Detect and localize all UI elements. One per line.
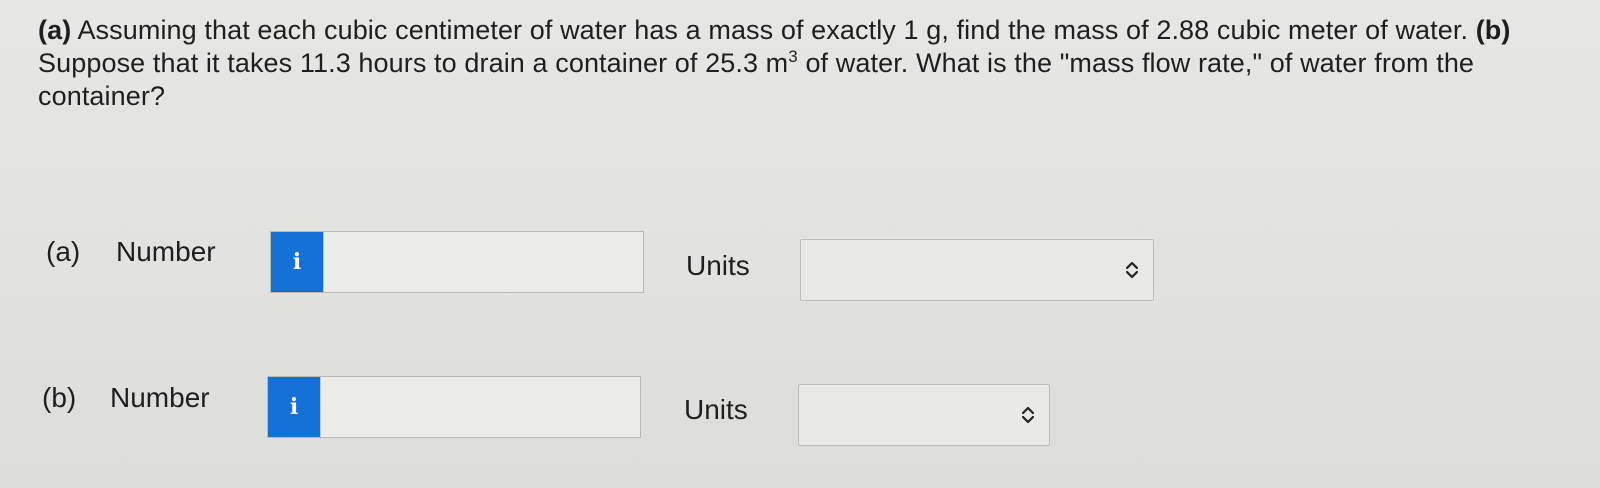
answer-b-number-label: Number — [110, 382, 210, 413]
answer-a-number-group: i — [270, 231, 644, 293]
answer-b-units-select[interactable] — [798, 384, 1050, 446]
answer-a-part-label: (a) — [46, 236, 81, 267]
info-icon[interactable]: i — [271, 232, 323, 292]
part-b-superscript: 3 — [788, 47, 798, 66]
answer-b-number-input[interactable] — [320, 377, 640, 437]
answer-a-units-label: Units — [686, 250, 750, 281]
question-text: (a) Assuming that each cubic centimeter … — [38, 14, 1548, 113]
part-b-prompt-start: Suppose that it takes 11.3 hours to drai… — [38, 48, 789, 78]
part-b-marker: (b) — [1475, 15, 1511, 45]
answer-a-number-input[interactable] — [323, 232, 643, 292]
answer-b-units-label: Units — [684, 394, 748, 425]
chevron-up-down-icon — [1125, 261, 1139, 279]
answer-a-number-label: Number — [116, 236, 216, 267]
part-a-marker: (a) — [38, 15, 72, 45]
answer-b-part-label: (b) — [42, 382, 77, 413]
info-icon[interactable]: i — [268, 377, 320, 437]
chevron-up-down-icon — [1021, 406, 1035, 424]
answer-b-number-group: i — [267, 376, 641, 438]
part-a-prompt: Assuming that each cubic centimeter of w… — [77, 15, 1469, 45]
answer-a-units-select[interactable] — [800, 239, 1154, 301]
